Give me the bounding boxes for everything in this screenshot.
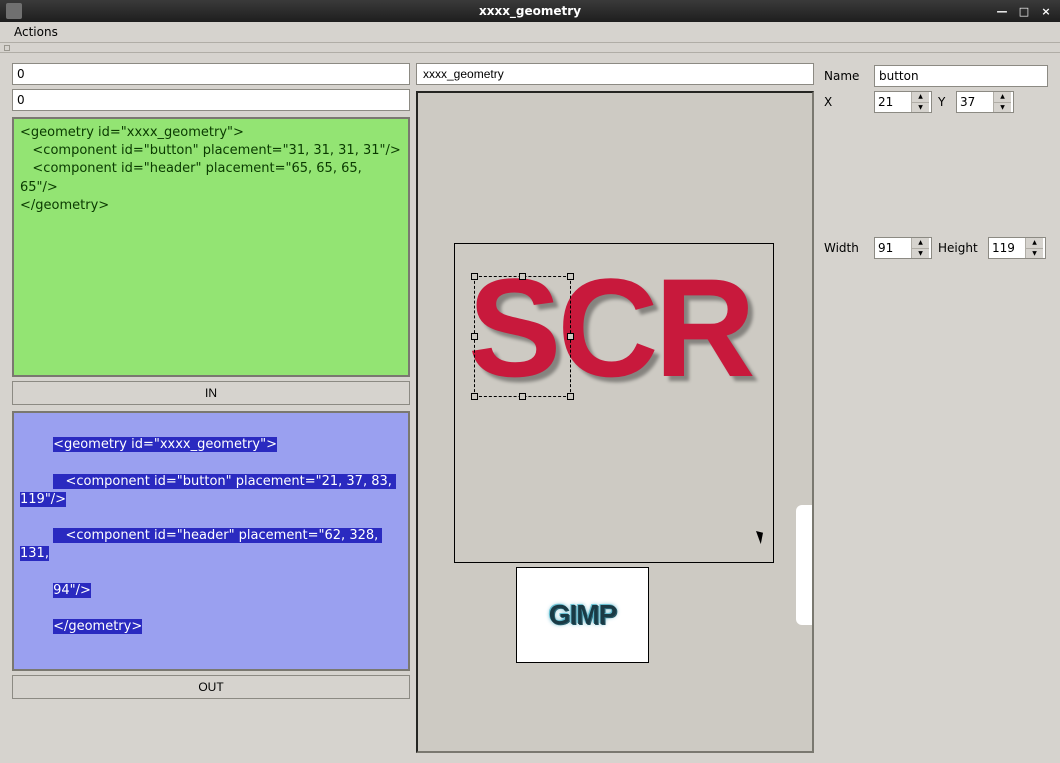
width-spin-down-icon[interactable]: ▼ xyxy=(912,249,929,259)
height-label: Height xyxy=(938,241,982,255)
selection-rect[interactable] xyxy=(475,277,570,396)
x-spin-up-icon[interactable]: ▲ xyxy=(912,92,929,103)
x-spin-down-icon[interactable]: ▼ xyxy=(912,103,929,113)
y-label: Y xyxy=(938,95,950,109)
x-label: X xyxy=(824,95,868,109)
offset-y-input[interactable] xyxy=(12,89,410,111)
height-input[interactable] xyxy=(989,238,1025,258)
window-title: xxxx_geometry xyxy=(479,4,581,18)
geometry-name-input[interactable] xyxy=(416,63,814,85)
width-input[interactable] xyxy=(875,238,911,258)
xml-out-pane[interactable]: <geometry id="xxxx_geometry"> <component… xyxy=(12,411,410,671)
resize-handle-tl[interactable] xyxy=(471,273,478,280)
resize-handle-tc[interactable] xyxy=(519,273,526,280)
width-spin-up-icon[interactable]: ▲ xyxy=(912,238,929,249)
name-label: Name xyxy=(824,69,868,83)
resize-handle-br[interactable] xyxy=(567,393,574,400)
menubar: Actions xyxy=(0,22,1060,43)
y-input[interactable] xyxy=(957,92,993,112)
height-spinner[interactable]: ▲ ▼ xyxy=(988,237,1046,259)
xml-out-line: <component id="header" placement="62, 32… xyxy=(20,528,382,561)
height-spin-up-icon[interactable]: ▲ xyxy=(1026,238,1043,249)
resize-handle-bc[interactable] xyxy=(519,393,526,400)
window-maximize-icon[interactable]: □ xyxy=(1016,5,1032,18)
offset-x-input[interactable] xyxy=(12,63,410,85)
component-name-input[interactable] xyxy=(874,65,1048,87)
preview-canvas[interactable]: SCR GIMP xyxy=(416,91,814,753)
width-spinner[interactable]: ▲ ▼ xyxy=(874,237,932,259)
out-button[interactable]: OUT xyxy=(12,675,410,699)
resize-handle-tr[interactable] xyxy=(567,273,574,280)
x-input[interactable] xyxy=(875,92,911,112)
x-spinner[interactable]: ▲ ▼ xyxy=(874,91,932,113)
resize-handle-bl[interactable] xyxy=(471,393,478,400)
toolbar-strip xyxy=(0,43,1060,53)
in-button[interactable]: IN xyxy=(12,381,410,405)
toolbar-grip-icon[interactable] xyxy=(4,45,10,51)
resize-handle-ml[interactable] xyxy=(471,333,478,340)
menu-actions[interactable]: Actions xyxy=(6,23,66,41)
xml-out-line: <geometry id="xxxx_geometry"> xyxy=(53,437,277,452)
gimp-logo: GIMP xyxy=(549,599,617,631)
xml-out-line: </geometry> xyxy=(53,619,142,634)
resize-handle-mr[interactable] xyxy=(567,333,574,340)
window-app-icon xyxy=(6,3,22,19)
gimp-thumbnail[interactable]: GIMP xyxy=(516,567,649,663)
y-spin-down-icon[interactable]: ▼ xyxy=(994,103,1011,113)
window-titlebar[interactable]: xxxx_geometry — □ × xyxy=(0,0,1060,22)
xml-out-line: <component id="button" placement="21, 37… xyxy=(20,474,396,507)
xml-in-pane[interactable]: <geometry id="xxxx_geometry"> <component… xyxy=(12,117,410,377)
width-label: Width xyxy=(824,241,868,255)
xml-out-line: 94"/> xyxy=(53,583,91,598)
side-thumbnail-peek xyxy=(796,505,814,625)
window-close-icon[interactable]: × xyxy=(1038,5,1054,18)
y-spin-up-icon[interactable]: ▲ xyxy=(994,92,1011,103)
height-spin-down-icon[interactable]: ▼ xyxy=(1026,249,1043,259)
y-spinner[interactable]: ▲ ▼ xyxy=(956,91,1014,113)
window-minimize-icon[interactable]: — xyxy=(994,5,1010,18)
